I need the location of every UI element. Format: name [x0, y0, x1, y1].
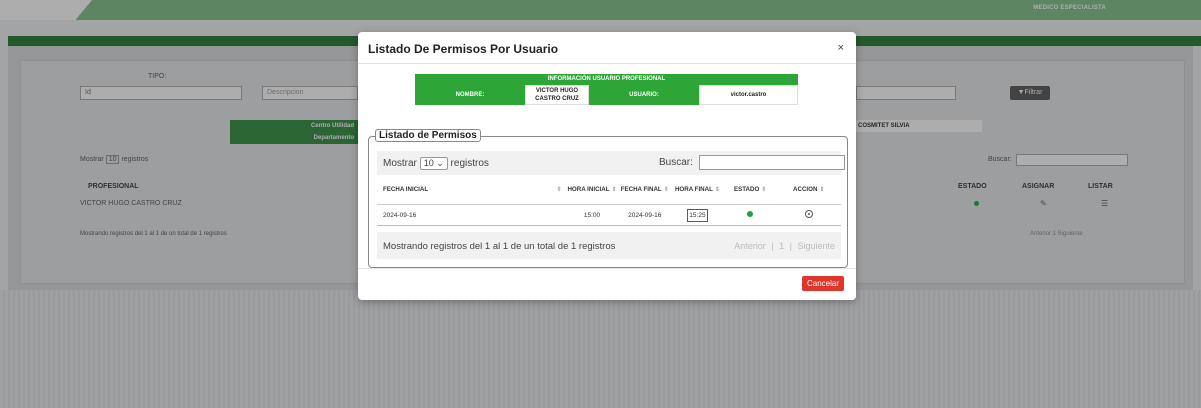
- modal-header-divider: [358, 63, 856, 64]
- col-estado[interactable]: ESTADO ⇕: [723, 175, 777, 205]
- table-row: 2024-09-16 15:00 2024-09-16 15:25: [377, 204, 841, 226]
- nombre-value: VICTOR HUGO CASTRO CRUZ: [525, 85, 589, 105]
- sort-icon: ⇕: [761, 187, 767, 193]
- sort-icon: ⇕: [819, 187, 825, 193]
- col-fecha-inicial[interactable]: FECHA INICIAL ⇕: [377, 175, 566, 205]
- cell-hora-final: 15:25: [671, 204, 724, 226]
- pagination: Anterior | 1 | Siguiente: [734, 241, 835, 251]
- usuario-value: victor.castro: [699, 85, 798, 105]
- view-icon[interactable]: [804, 210, 813, 218]
- col-accion[interactable]: ACCION ⇕: [776, 175, 841, 205]
- page-size-select[interactable]: 10 ⌄: [419, 157, 448, 170]
- permissions-section: Listado de Permisos Mostrar 10 ⌄ registr…: [368, 129, 848, 268]
- cell-accion: [776, 204, 841, 226]
- sort-icon: ⇕: [714, 187, 720, 193]
- cell-estado: [723, 204, 777, 226]
- search-input[interactable]: [699, 155, 845, 170]
- show-entries: Mostrar 10 ⌄ registros: [383, 157, 489, 170]
- sort-icon: ⇕: [556, 187, 562, 193]
- cell-fecha-final: 2024-09-16: [618, 204, 672, 226]
- col-hora-inicial[interactable]: HORA INICIAL ⇕: [565, 175, 619, 205]
- sort-icon: ⇕: [663, 187, 669, 193]
- cancel-button[interactable]: Cancelar: [801, 276, 844, 291]
- close-icon[interactable]: ×: [838, 42, 844, 54]
- search-label: Buscar:: [659, 157, 693, 168]
- col-hora-final[interactable]: HORA FINAL ⇕: [671, 175, 724, 205]
- user-info-header: INFORMACIÓN USUARIO PROFESIONAL: [415, 74, 798, 85]
- sort-icon: ⇕: [611, 187, 617, 193]
- modal-footer-divider: [358, 268, 856, 269]
- chevron-down-icon: ⌄: [436, 158, 444, 168]
- table-info: Mostrando registros del 1 al 1 de un tot…: [383, 241, 616, 252]
- hora-final-highlight: 15:25: [687, 208, 708, 222]
- next-button[interactable]: Siguiente: [797, 241, 835, 251]
- permissions-table: FECHA INICIAL ⇕ HORA INICIAL ⇕ FECHA FINAL…: [377, 175, 841, 226]
- section-title: Listado de Permisos: [375, 129, 481, 142]
- modal-title: Listado De Permisos Por Usuario: [368, 42, 559, 56]
- cell-hora-inicial: 15:00: [565, 204, 619, 226]
- prev-button[interactable]: Anterior: [734, 241, 766, 251]
- permissions-modal: Listado De Permisos Por Usuario × INFORM…: [358, 32, 856, 300]
- page-1-button[interactable]: 1: [779, 241, 784, 251]
- cell-fecha-inicial: 2024-09-16: [377, 204, 566, 226]
- status-active-icon: [747, 211, 754, 217]
- usuario-label: USUARIO:: [589, 85, 699, 105]
- col-fecha-final[interactable]: FECHA FINAL ⇕: [618, 175, 672, 205]
- user-info-table: INFORMACIÓN USUARIO PROFESIONAL NOMBRE: …: [415, 74, 798, 105]
- table-footer: Mostrando registros del 1 al 1 de un tot…: [377, 232, 841, 259]
- nombre-label: NOMBRE:: [415, 85, 525, 105]
- table-toolbar: Mostrar 10 ⌄ registros Buscar:: [377, 151, 845, 175]
